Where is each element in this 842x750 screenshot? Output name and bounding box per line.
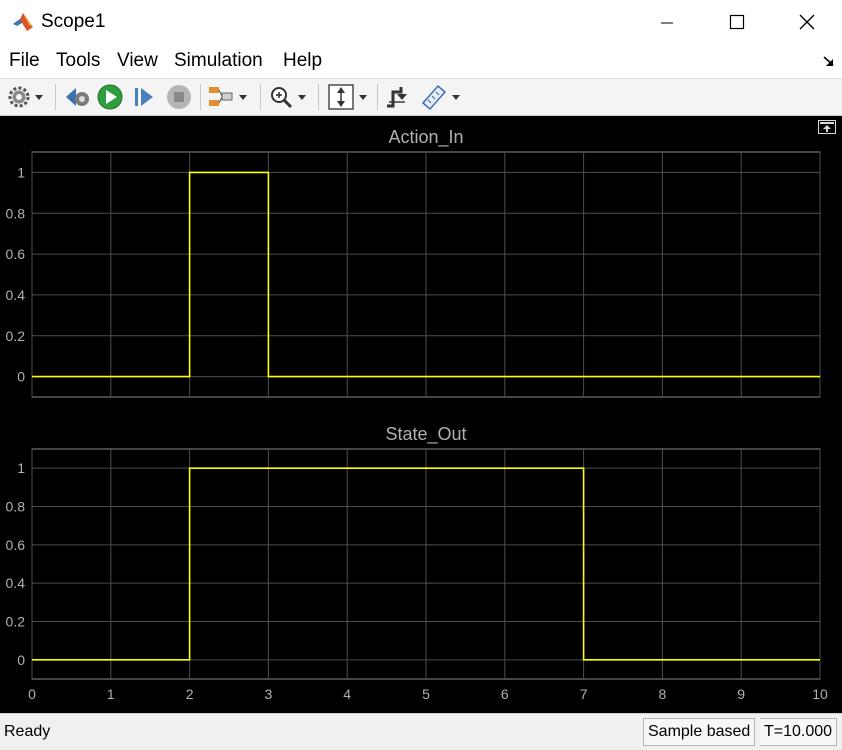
menu-file[interactable]: File: [7, 50, 42, 72]
y-tick-label: 0: [17, 652, 25, 668]
run-icon: [97, 84, 123, 110]
settings-button[interactable]: [7, 83, 43, 111]
toolbar: [0, 78, 842, 116]
y-tick-label: 0.2: [6, 614, 26, 630]
x-tick-label: 0: [28, 686, 36, 702]
menu-view[interactable]: View: [115, 50, 160, 72]
y-tick-label: 0.8: [6, 499, 26, 515]
x-tick-label: 5: [422, 686, 430, 702]
maximize-icon: [729, 14, 745, 30]
menu-help[interactable]: Help: [281, 50, 324, 72]
y-tick-label: 0.2: [6, 328, 26, 344]
trigger-button[interactable]: [385, 83, 411, 111]
step-forward-icon: [135, 88, 153, 106]
axes-panel-2: 00.20.40.60.810 1 2 3 4 5 6 7 8 9 10State_Out: [6, 424, 828, 702]
dropdown-arrow-icon: [239, 94, 247, 100]
y-tick-label: 0.6: [6, 537, 26, 553]
x-tick-label: 2: [186, 686, 194, 702]
window-title: Scope1: [41, 11, 106, 32]
x-tick-label: 7: [580, 686, 588, 702]
signal-selector-button[interactable]: [207, 83, 247, 111]
scope-plot-area: 0 0.2 0.4 0.6 0.8 1 Action_In 0 0.2 0.4 0.6 0.8 1 0 1 2…: [0, 116, 842, 713]
y-tick-label: 0.4: [6, 575, 26, 591]
maximize-button[interactable]: [702, 0, 772, 44]
dropdown-arrow-icon: [35, 94, 43, 100]
x-tick-label: 3: [265, 686, 273, 702]
x-tick-label: 1: [107, 686, 115, 702]
matlab-logo-icon: [13, 13, 33, 31]
minimize-button[interactable]: [632, 0, 702, 44]
x-tick-label: 9: [737, 686, 745, 702]
toolbar-separator: [377, 84, 378, 110]
zoom-button[interactable]: [268, 83, 306, 111]
scale-axes-button[interactable]: [327, 83, 367, 111]
axes-title: Action_In: [388, 127, 463, 148]
scale-icon: [328, 84, 354, 110]
x-tick-label: 8: [659, 686, 667, 702]
signal-icon: [209, 87, 233, 106]
dropdown-arrow-icon: [452, 94, 460, 100]
y-tick-label: 0.6: [6, 246, 26, 262]
toolbar-separator: [318, 84, 319, 110]
dock-arrow-icon[interactable]: [822, 54, 836, 68]
axes-panel-1: 0 0.2 0.4 0.6 0.8 1 Action_In: [6, 127, 821, 398]
sample-mode-indicator: Sample based: [643, 718, 756, 746]
menu-bar: File Tools View Simulation Help: [0, 44, 842, 78]
status-ready-text: Ready: [4, 723, 51, 740]
x-tick-label: 10: [812, 686, 828, 702]
run-button[interactable]: [96, 83, 124, 111]
close-icon: [799, 14, 815, 30]
trigger-icon: [387, 87, 407, 108]
x-tick-label: 6: [501, 686, 509, 702]
scope-plots[interactable]: 00.20.40.60.81Action_In00.20.40.60.810 1 2…: [0, 116, 842, 713]
stop-icon: [167, 85, 191, 109]
status-bar: Ready Sample based T=10.000: [0, 713, 842, 750]
menu-simulation[interactable]: Simulation: [172, 50, 265, 72]
scope-window: Scope1 File Tools View Simulation Help 0…: [0, 0, 842, 750]
y-tick-label: 1: [17, 460, 25, 476]
measure-icon: [421, 84, 447, 111]
step-forward-button[interactable]: [131, 83, 157, 111]
toolbar-separator: [55, 84, 56, 110]
y-tick-label: 1: [17, 164, 25, 180]
stop-button[interactable]: [165, 83, 193, 111]
x-tick-label: 4: [343, 686, 351, 702]
dropdown-arrow-icon: [298, 94, 306, 100]
step-back-icon: [66, 88, 89, 106]
axes-title: State_Out: [385, 424, 466, 445]
step-back-button[interactable]: [64, 83, 92, 111]
sim-time-indicator: T=10.000: [760, 718, 838, 746]
y-tick-label: 0.8: [6, 205, 26, 221]
y-tick-label: 0: [17, 369, 25, 385]
undock-icon[interactable]: [818, 120, 836, 134]
zoom-icon: [271, 87, 293, 109]
menu-tools[interactable]: Tools: [54, 50, 102, 72]
y-tick-label: 0.4: [6, 287, 26, 303]
dropdown-arrow-icon: [359, 94, 367, 100]
title-bar[interactable]: Scope1: [0, 0, 842, 44]
settings-icon: [8, 86, 30, 108]
close-button[interactable]: [772, 0, 842, 44]
toolbar-separator: [260, 84, 261, 110]
measurements-button[interactable]: [420, 83, 460, 111]
minimize-icon: [661, 22, 673, 24]
toolbar-separator: [200, 84, 201, 110]
